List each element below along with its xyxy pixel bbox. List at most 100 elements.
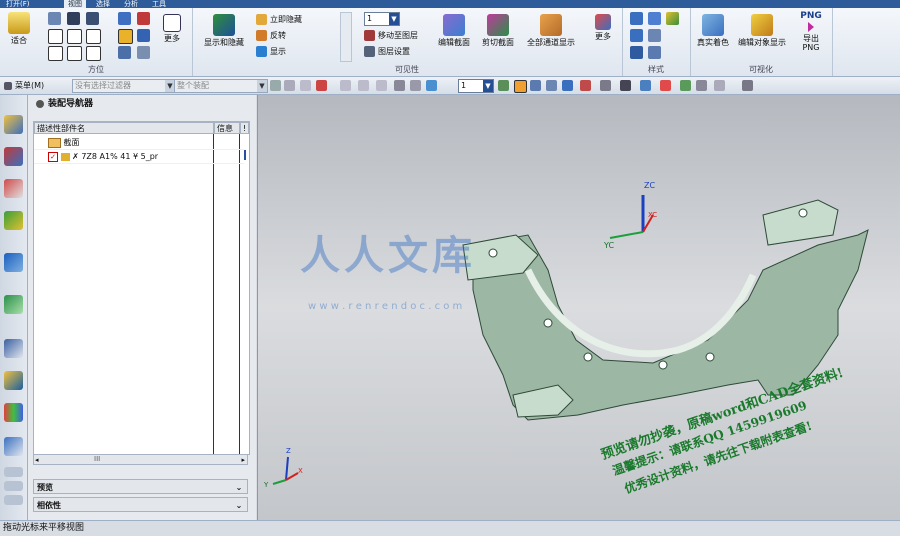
snap-midpoint-icon[interactable]	[300, 80, 311, 91]
column-header-name[interactable]: 描述性部件名	[34, 122, 214, 134]
menu-button[interactable]: 菜单(M)	[4, 79, 44, 92]
view-trimetric-icon[interactable]	[67, 46, 82, 61]
view-left-icon[interactable]	[48, 46, 63, 61]
fit-button[interactable]: 适合	[4, 12, 34, 45]
studio-icon[interactable]	[666, 12, 679, 25]
dependency-panel[interactable]: 相依性 ⌄	[33, 497, 248, 512]
preview-panel[interactable]: 预览 ⌄	[33, 479, 248, 494]
layer-settings-button[interactable]: 图层设置	[364, 45, 410, 58]
view-iso-icon[interactable]	[48, 29, 63, 44]
tab-view[interactable]: 视图	[64, 0, 86, 8]
tab-select[interactable]: 选择	[92, 0, 114, 8]
snap-tangent-icon[interactable]	[376, 80, 387, 91]
graphics-viewport[interactable]: ZC YC XC Z Y X 人人文库 w w w . r e n r e n …	[257, 95, 900, 520]
tab-analysis[interactable]: 分析	[120, 0, 142, 8]
pan-icon[interactable]	[118, 29, 133, 44]
background-icon[interactable]	[660, 80, 671, 91]
assembly-scope-combo[interactable]: 整个装配 ▼	[174, 79, 268, 93]
layer-select[interactable]: 1 ▼	[364, 12, 400, 26]
tab-file[interactable]: 打开(F)	[2, 0, 34, 8]
view-dimetric-icon[interactable]	[86, 46, 101, 61]
view-right-icon[interactable]	[86, 12, 99, 25]
reverse-button[interactable]: 反转	[256, 29, 286, 42]
view-back-icon[interactable]	[86, 29, 101, 44]
wireframe-icon[interactable]	[630, 29, 643, 42]
scroll-mid-icon[interactable]	[4, 481, 23, 491]
refresh-icon[interactable]	[118, 46, 131, 59]
checkbox-icon[interactable]: ✓	[48, 151, 58, 162]
edit-section-button[interactable]: 编辑截面	[432, 14, 476, 47]
rotate-icon[interactable]	[137, 12, 150, 25]
restore-icon[interactable]	[137, 46, 150, 59]
render-style-icon[interactable]	[580, 80, 591, 91]
hidden-edges-icon[interactable]	[648, 29, 661, 42]
face-analysis-icon[interactable]	[648, 46, 661, 59]
shaded-edges-icon[interactable]	[648, 12, 661, 25]
watermark-url: w w w . r e n r e n d o c . c o m	[308, 301, 463, 312]
column-header-flag[interactable]: !	[240, 122, 249, 134]
select-filter-combo[interactable]: 没有选择过滤器 ▼	[72, 79, 176, 93]
scroll-right-icon[interactable]: ▸	[241, 456, 245, 464]
constraint-navigator-tab-icon[interactable]	[4, 147, 23, 166]
show-hide-button[interactable]: 显示和隐藏	[198, 14, 250, 47]
layer-visible-icon[interactable]	[498, 80, 509, 91]
layout-icon[interactable]	[742, 80, 753, 91]
snap-center-icon[interactable]	[316, 80, 327, 91]
zoom-view-icon[interactable]	[546, 80, 557, 91]
tree-row[interactable]: 截面	[34, 136, 244, 150]
show-button[interactable]: 显示	[256, 45, 286, 58]
show-hide-toggle-icon[interactable]	[680, 80, 691, 91]
gear-icon[interactable]	[36, 99, 44, 108]
snap-point-icon[interactable]	[394, 80, 405, 91]
part-navigator-tab-icon[interactable]	[4, 179, 23, 198]
column-header-info[interactable]: 信息	[214, 122, 240, 134]
view-front-icon[interactable]	[67, 12, 80, 25]
export-png-button[interactable]: PNG 导出 PNG	[794, 12, 828, 53]
roles-tab-icon[interactable]	[4, 437, 23, 456]
snap-intersection-icon[interactable]	[358, 80, 369, 91]
cube-icon[interactable]	[426, 80, 437, 91]
more-visibility-button[interactable]: 更多	[588, 14, 618, 41]
hd3d-tools-tab-icon[interactable]	[4, 253, 23, 272]
clip-icon[interactable]	[696, 80, 707, 91]
rotate-view-icon[interactable]	[530, 80, 541, 91]
clip-section-button[interactable]: 剪切截面	[476, 14, 520, 47]
view-triad-icon[interactable]	[714, 80, 725, 91]
snap-icon[interactable]	[270, 80, 281, 91]
visualization-tab-icon[interactable]	[4, 403, 23, 422]
move-to-layer-button[interactable]: 移动至图层	[364, 29, 418, 42]
view-bottom-icon[interactable]	[67, 29, 82, 44]
scroll-thumb[interactable]: III	[94, 455, 100, 463]
camera-icon[interactable]	[620, 80, 631, 91]
horizontal-scrollbar[interactable]: ◂ III ▸	[33, 454, 248, 465]
shaded-icon[interactable]	[630, 12, 643, 25]
reuse-library-tab-icon[interactable]	[4, 211, 23, 230]
partial-shaded-icon[interactable]	[630, 46, 643, 59]
shade-icon[interactable]	[410, 80, 421, 91]
orient-view-icon[interactable]	[600, 80, 611, 91]
assembly-navigator-tab-icon[interactable]	[4, 115, 23, 134]
all-channels-button[interactable]: 全部通道显示	[522, 14, 580, 47]
history-tab-icon[interactable]	[4, 339, 23, 358]
hide-now-button[interactable]: 立即隐藏	[256, 13, 302, 26]
snap-endpoint-icon[interactable]	[284, 80, 295, 91]
more-orientation-button[interactable]: 更多	[158, 14, 186, 43]
system-materials-tab-icon[interactable]	[4, 371, 23, 390]
true-shading-button[interactable]: 真实着色	[694, 14, 732, 47]
work-layer-select[interactable]: 1 ▼	[458, 79, 494, 93]
zoom-window-icon[interactable]	[137, 29, 150, 42]
scroll-up-icon[interactable]	[4, 467, 23, 477]
edit-object-display-button[interactable]: 编辑对象显示	[734, 14, 790, 47]
visibility-scroll[interactable]	[340, 12, 352, 62]
tree-row[interactable]: ✓ ✗ 7Z8 A1% 41 ¥ 5_pr	[34, 150, 244, 164]
view-top-icon[interactable]	[48, 12, 61, 25]
zoom-icon[interactable]	[118, 12, 131, 25]
fit-view-icon[interactable]	[514, 80, 527, 93]
web-browser-tab-icon[interactable]	[4, 295, 23, 314]
section-view-icon[interactable]	[640, 80, 651, 91]
pan-view-icon[interactable]	[562, 80, 573, 91]
snap-quadrant-icon[interactable]	[340, 80, 351, 91]
scroll-down-icon[interactable]	[4, 495, 23, 505]
scroll-left-icon[interactable]: ◂	[35, 456, 39, 464]
tab-tools[interactable]: 工具	[148, 0, 170, 8]
